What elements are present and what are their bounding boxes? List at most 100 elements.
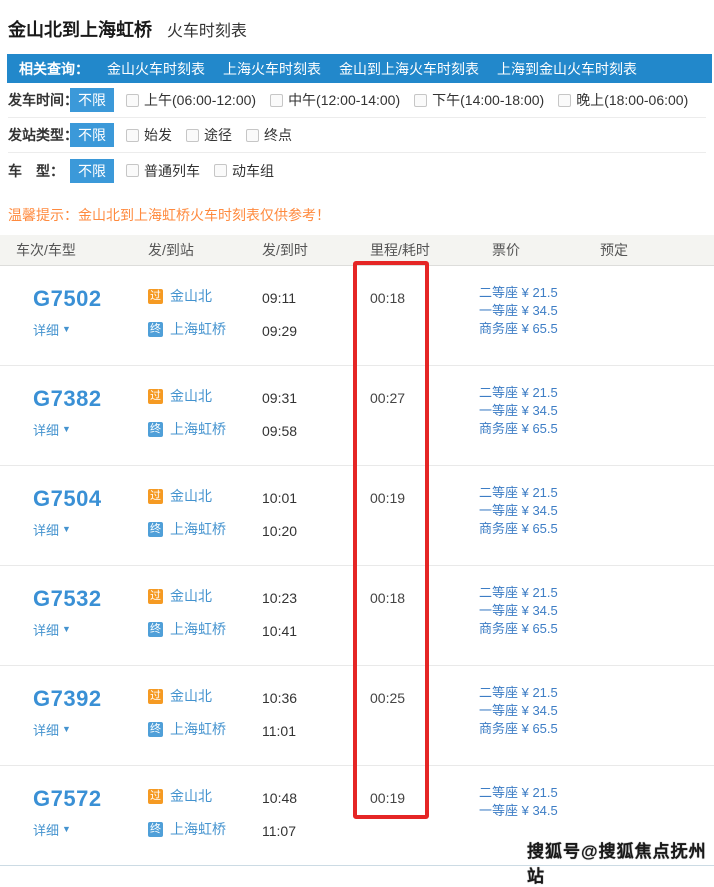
to-station-link[interactable]: 上海虹桥 xyxy=(170,319,226,339)
train-number-link[interactable]: G7392 xyxy=(33,686,148,712)
booking-cell xyxy=(600,366,714,465)
detail-label: 详细 xyxy=(33,820,59,839)
filter-unlimited-button[interactable]: 不限 xyxy=(70,123,114,147)
related-link[interactable]: 金山到上海火车时刻表 xyxy=(339,59,479,79)
filter-unlimited-button[interactable]: 不限 xyxy=(70,159,114,183)
times-cell: 10:01 10:20 xyxy=(262,466,370,565)
to-station-link[interactable]: 上海虹桥 xyxy=(170,719,226,739)
price-list: 二等座 ¥ 21.5一等座 ¥ 34.5商务座 ¥ 65.5 xyxy=(479,266,600,365)
train-cell: G7502 详细 ▼ xyxy=(16,266,148,365)
from-station-line: 过 金山北 xyxy=(148,488,262,504)
related-queries-label: 相关查询： xyxy=(19,59,89,79)
from-station-link[interactable]: 金山北 xyxy=(170,386,212,406)
filter-option[interactable]: 普通列车 xyxy=(126,161,200,181)
filter-option[interactable]: 上午(06:00-12:00) xyxy=(126,90,256,110)
detail-toggle[interactable]: 详细 ▼ xyxy=(33,320,148,339)
detail-toggle[interactable]: 详细 ▼ xyxy=(33,520,148,539)
related-link[interactable]: 金山火车时刻表 xyxy=(107,59,205,79)
to-station-link[interactable]: 上海虹桥 xyxy=(170,519,226,539)
caret-down-icon: ▼ xyxy=(62,425,71,434)
checkbox-icon[interactable] xyxy=(126,94,139,107)
times-cell: 09:31 09:58 xyxy=(262,366,370,465)
stations-cell: 过 金山北 终 上海虹桥 xyxy=(148,266,262,365)
detail-toggle[interactable]: 详细 ▼ xyxy=(33,420,148,439)
filter-option[interactable]: 始发 xyxy=(126,125,172,145)
filter-label: 车 型： xyxy=(8,161,70,181)
filter-option-label: 始发 xyxy=(144,125,172,145)
to-station-line: 终 上海虹桥 xyxy=(148,821,262,837)
detail-toggle[interactable]: 详细 ▼ xyxy=(33,820,148,839)
train-cell: G7572 详细 ▼ xyxy=(16,766,148,865)
checkbox-icon[interactable] xyxy=(126,129,139,142)
stations-cell: 过 金山北 终 上海虹桥 xyxy=(148,666,262,765)
filter-option[interactable]: 终点 xyxy=(246,125,292,145)
terminal-badge: 终 xyxy=(148,422,163,437)
filter-option[interactable]: 动车组 xyxy=(214,161,274,181)
filter-option[interactable]: 中午(12:00-14:00) xyxy=(270,90,400,110)
to-station-link[interactable]: 上海虹桥 xyxy=(170,419,226,439)
caret-down-icon: ▼ xyxy=(62,725,71,734)
arrival-time: 09:58 xyxy=(262,423,370,439)
from-station-link[interactable]: 金山北 xyxy=(170,586,212,606)
train-table-body: G7502 详细 ▼ 过 金山北 终 上海虹桥 09:11 09:29 00:1… xyxy=(0,266,714,866)
filter-option[interactable]: 下午(14:00-18:00) xyxy=(414,90,544,110)
filter-row: 车 型： 不限 普通列车 动车组 xyxy=(8,153,706,188)
caret-down-icon: ▼ xyxy=(62,825,71,834)
duration: 00:18 xyxy=(370,266,492,365)
related-link[interactable]: 上海到金山火车时刻表 xyxy=(497,59,637,79)
times-cell: 10:23 10:41 xyxy=(262,566,370,665)
filter-label: 发站类型： xyxy=(8,125,70,145)
checkbox-icon[interactable] xyxy=(214,164,227,177)
price-line: 二等座 ¥ 21.5 xyxy=(479,584,600,602)
departure-time: 10:36 xyxy=(262,690,370,706)
price-line: 二等座 ¥ 21.5 xyxy=(479,484,600,502)
to-station-link[interactable]: 上海虹桥 xyxy=(170,619,226,639)
checkbox-icon[interactable] xyxy=(270,94,283,107)
pass-badge: 过 xyxy=(148,489,163,504)
filter-option[interactable]: 途径 xyxy=(186,125,232,145)
page-title: 金山北到上海虹桥 火车时刻表 xyxy=(0,0,714,44)
from-station-line: 过 金山北 xyxy=(148,388,262,404)
detail-toggle[interactable]: 详细 ▼ xyxy=(33,620,148,639)
to-station-link[interactable]: 上海虹桥 xyxy=(170,819,226,839)
price-line: 一等座 ¥ 34.5 xyxy=(479,702,600,720)
train-cell: G7382 详细 ▼ xyxy=(16,366,148,465)
train-number-link[interactable]: G7572 xyxy=(33,786,148,812)
checkbox-icon[interactable] xyxy=(558,94,571,107)
from-station-link[interactable]: 金山北 xyxy=(170,286,212,306)
booking-cell xyxy=(600,466,714,565)
from-station-line: 过 金山北 xyxy=(148,288,262,304)
filter-option-label: 下午(14:00-18:00) xyxy=(432,90,544,110)
departure-time: 10:48 xyxy=(262,790,370,806)
checkbox-icon[interactable] xyxy=(246,129,259,142)
filter-unlimited-button[interactable]: 不限 xyxy=(70,88,114,112)
price-line: 一等座 ¥ 34.5 xyxy=(479,302,600,320)
filter-option[interactable]: 晚上(18:00-06:00) xyxy=(558,90,688,110)
stations-cell: 过 金山北 终 上海虹桥 xyxy=(148,566,262,665)
train-cell: G7504 详细 ▼ xyxy=(16,466,148,565)
price-line: 二等座 ¥ 21.5 xyxy=(479,384,600,402)
train-number-link[interactable]: G7532 xyxy=(33,586,148,612)
related-link[interactable]: 上海火车时刻表 xyxy=(223,59,321,79)
train-table: 车次/车型 发/到站 发/到时 里程/耗时 票价 预定 G7502 详细 ▼ 过… xyxy=(0,235,714,866)
checkbox-icon[interactable] xyxy=(126,164,139,177)
train-number-link[interactable]: G7504 xyxy=(33,486,148,512)
price-line: 商务座 ¥ 65.5 xyxy=(479,520,600,538)
from-station-link[interactable]: 金山北 xyxy=(170,486,212,506)
col-header-duration: 里程/耗时 xyxy=(370,240,492,260)
from-station-link[interactable]: 金山北 xyxy=(170,786,212,806)
train-number-link[interactable]: G7382 xyxy=(33,386,148,412)
checkbox-icon[interactable] xyxy=(414,94,427,107)
from-station-line: 过 金山北 xyxy=(148,788,262,804)
train-number-link[interactable]: G7502 xyxy=(33,286,148,312)
caret-down-icon: ▼ xyxy=(62,325,71,334)
from-station-link[interactable]: 金山北 xyxy=(170,686,212,706)
col-header-stations: 发/到站 xyxy=(148,240,262,260)
filter-option-label: 终点 xyxy=(264,125,292,145)
checkbox-icon[interactable] xyxy=(186,129,199,142)
duration: 00:19 xyxy=(370,766,492,865)
terminal-badge: 终 xyxy=(148,622,163,637)
filter-options: 始发 途径 终点 xyxy=(126,125,306,145)
times-cell: 10:36 11:01 xyxy=(262,666,370,765)
detail-toggle[interactable]: 详细 ▼ xyxy=(33,720,148,739)
